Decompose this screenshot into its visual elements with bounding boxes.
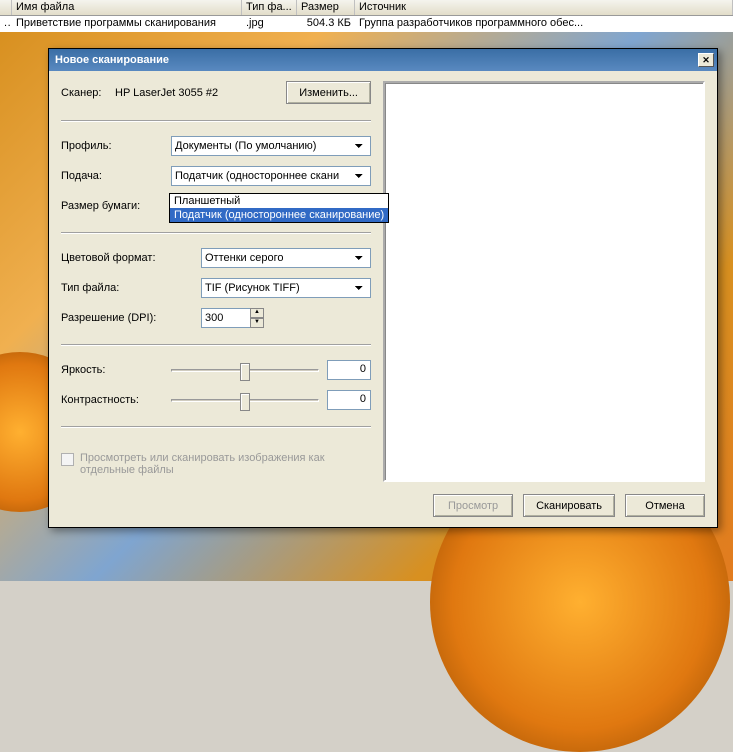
col-source[interactable]: Источник bbox=[355, 0, 733, 15]
brightness-slider[interactable] bbox=[171, 369, 319, 372]
file-size: 504.3 КБ bbox=[297, 16, 355, 32]
separate-files-checkbox bbox=[61, 453, 74, 466]
col-size[interactable]: Размер bbox=[297, 0, 355, 15]
col-filetype[interactable]: Тип фа... bbox=[242, 0, 297, 15]
scan-button[interactable]: Сканировать bbox=[523, 494, 615, 517]
feed-dropdown-list[interactable]: Планшетный Податчик (одностороннее скани… bbox=[169, 193, 389, 223]
change-scanner-button[interactable]: Изменить... bbox=[286, 81, 371, 104]
file-list-header: Имя файла Тип фа... Размер Источник bbox=[0, 0, 733, 16]
dpi-spin-down[interactable]: ▼ bbox=[250, 318, 264, 328]
feed-select[interactable]: Податчик (одностороннее скани bbox=[171, 166, 371, 186]
col-filename[interactable]: Имя файла bbox=[12, 0, 242, 15]
scan-dialog: Новое сканирование ✕ Сканер: HP LaserJet… bbox=[48, 48, 718, 528]
color-format-label: Цветовой формат: bbox=[61, 252, 201, 264]
filetype-select[interactable]: TIF (Рисунок TIFF) bbox=[201, 278, 371, 298]
dpi-input[interactable] bbox=[201, 308, 251, 328]
preview-button: Просмотр bbox=[433, 494, 513, 517]
preview-area bbox=[383, 81, 705, 482]
cancel-button[interactable]: Отмена bbox=[625, 494, 705, 517]
dpi-spin-up[interactable]: ▲ bbox=[250, 308, 264, 318]
contrast-value[interactable]: 0 bbox=[327, 390, 371, 410]
contrast-thumb[interactable] bbox=[240, 393, 250, 411]
close-icon: ✕ bbox=[702, 55, 710, 66]
dialog-title: Новое сканирование bbox=[55, 54, 169, 66]
filetype-label: Тип файла: bbox=[61, 282, 201, 294]
col-blank[interactable] bbox=[0, 0, 12, 15]
brightness-value[interactable]: 0 bbox=[327, 360, 371, 380]
scanner-name: HP LaserJet 3055 #2 bbox=[115, 87, 286, 99]
profile-select[interactable]: Документы (По умолчанию) bbox=[171, 136, 371, 156]
separate-files-label: Просмотреть или сканировать изображения … bbox=[80, 452, 371, 476]
profile-label: Профиль: bbox=[61, 140, 171, 152]
brightness-label: Яркость: bbox=[61, 364, 171, 376]
titlebar[interactable]: Новое сканирование ✕ bbox=[49, 49, 717, 71]
file-ext: .jpg bbox=[242, 16, 297, 32]
feed-option-feeder[interactable]: Податчик (одностороннее сканирование) bbox=[170, 208, 388, 222]
file-prefix: ... bbox=[0, 16, 12, 32]
scanner-label: Сканер: bbox=[61, 87, 115, 99]
brightness-thumb[interactable] bbox=[240, 363, 250, 381]
contrast-label: Контрастность: bbox=[61, 394, 171, 406]
feed-option-flatbed[interactable]: Планшетный bbox=[170, 194, 388, 208]
file-row[interactable]: ... Приветствие программы сканирования .… bbox=[0, 16, 733, 32]
dpi-label: Разрешение (DPI): bbox=[61, 312, 201, 324]
paper-size-label: Размер бумаги: bbox=[61, 200, 171, 212]
contrast-slider[interactable] bbox=[171, 399, 319, 402]
file-source: Группа разработчиков программного обес..… bbox=[355, 16, 733, 32]
feed-label: Подача: bbox=[61, 170, 171, 182]
color-format-select[interactable]: Оттенки серого bbox=[201, 248, 371, 268]
close-button[interactable]: ✕ bbox=[698, 53, 714, 67]
file-name: Приветствие программы сканирования bbox=[12, 16, 242, 32]
